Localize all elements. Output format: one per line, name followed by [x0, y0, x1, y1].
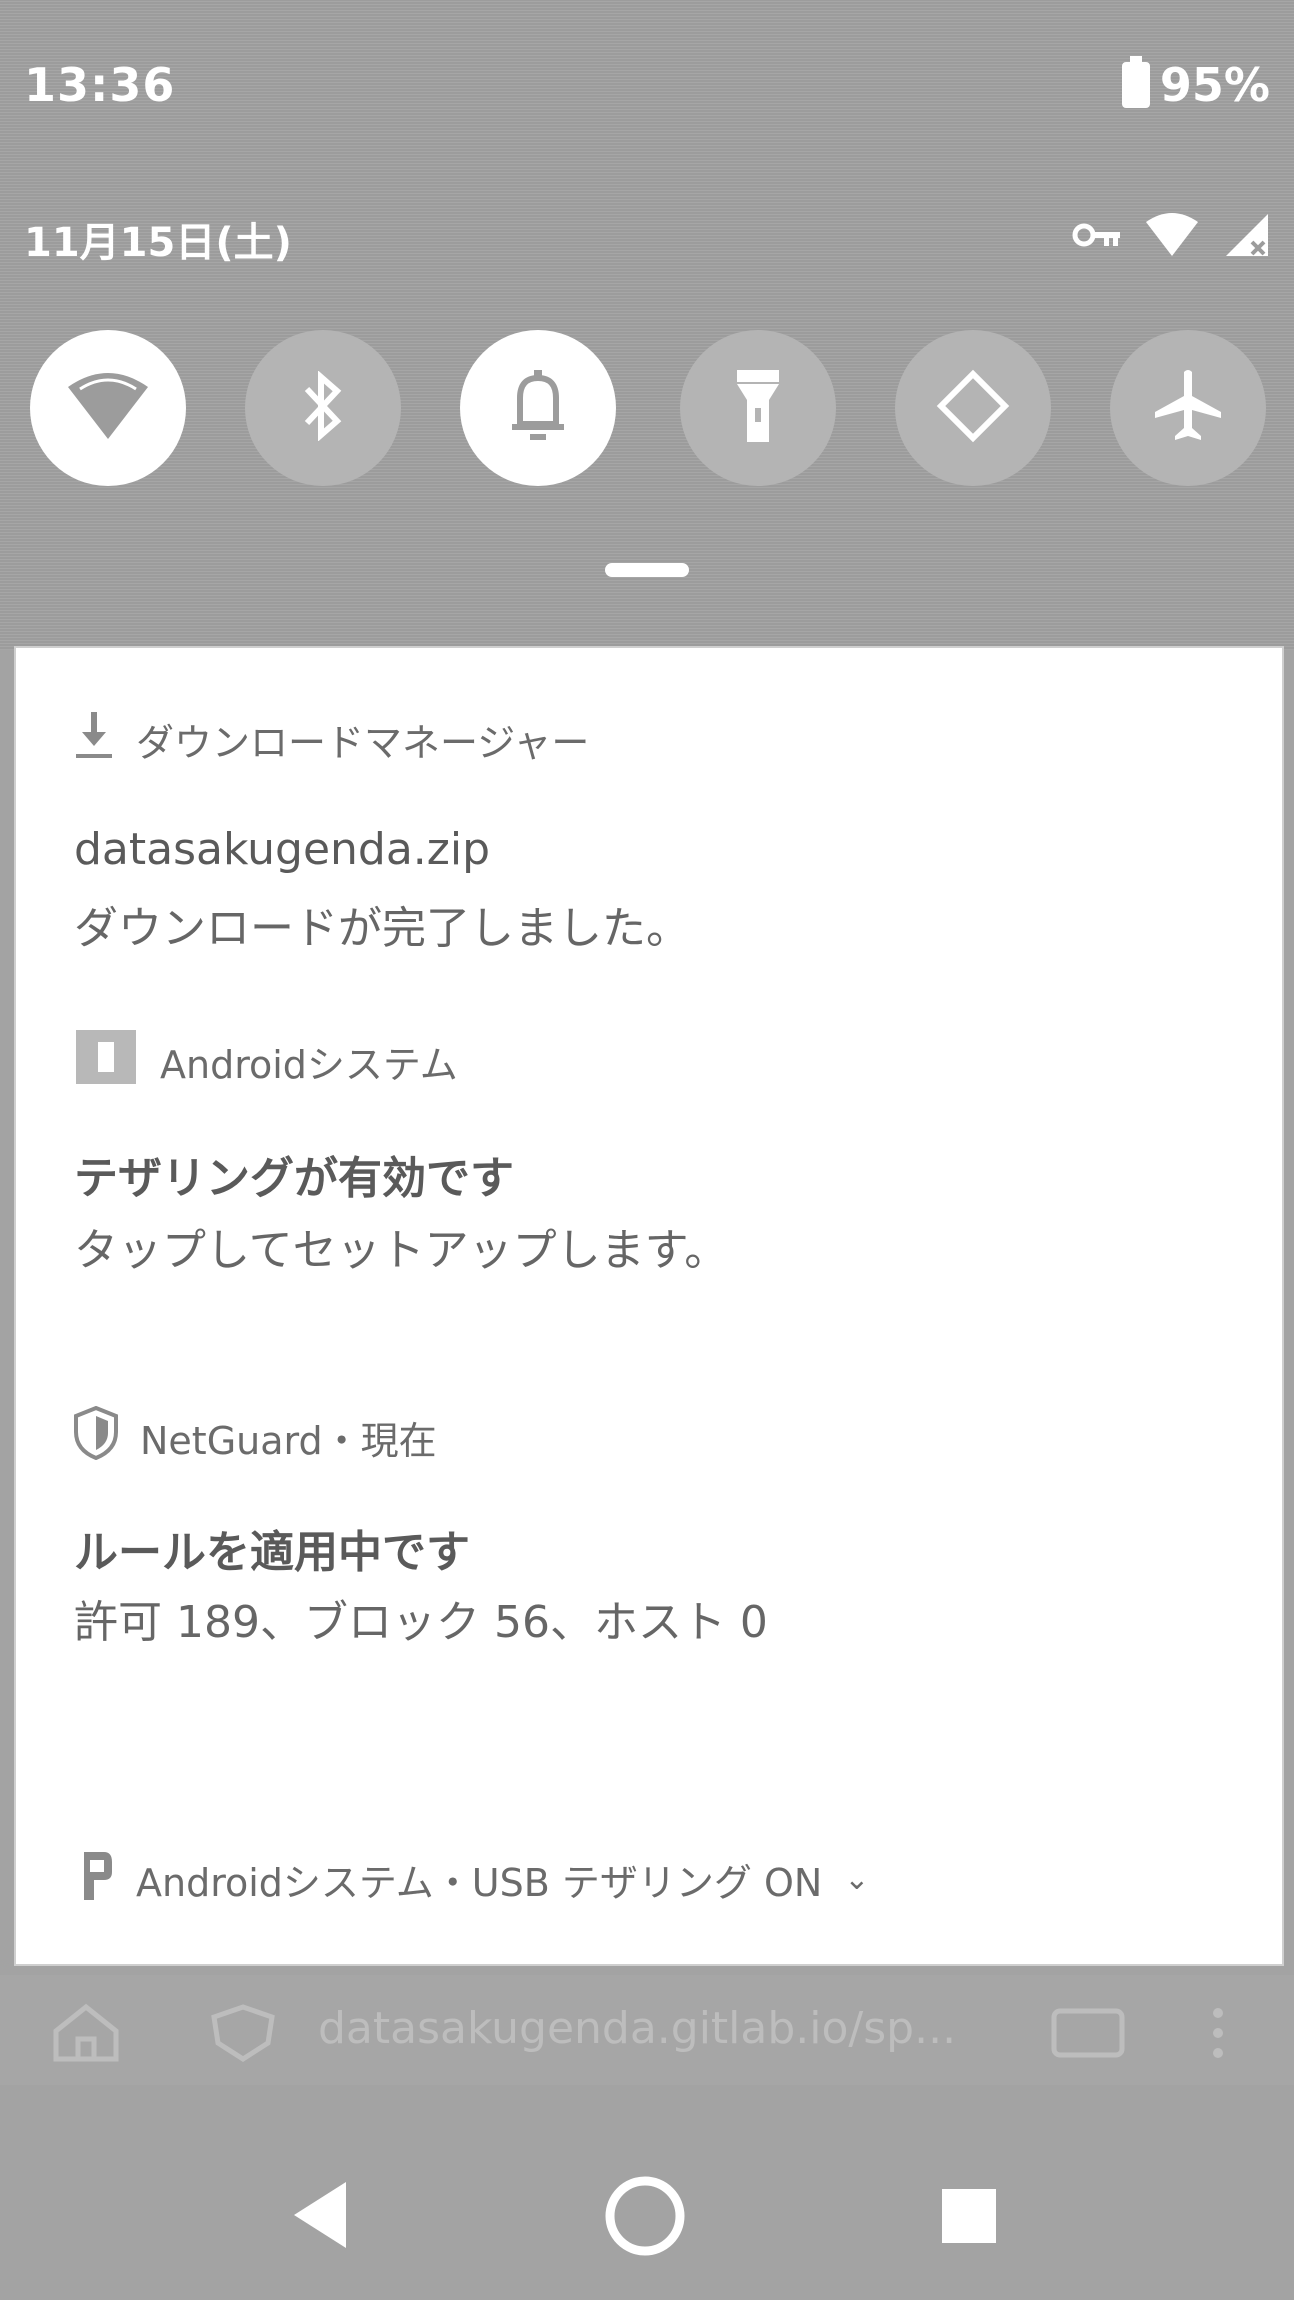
home-icon[interactable]	[46, 2003, 126, 2067]
notification-title: datasakugenda.zip	[74, 824, 491, 875]
notification-app-name: NetGuard・現在	[140, 1419, 437, 1463]
date-label: 11月15日(土)	[24, 220, 292, 266]
bell-icon	[506, 368, 570, 448]
url-bar[interactable]: datasakugenda.gitlab.io/sp...	[318, 2003, 956, 2054]
notification-app-name: Androidシステム・USB テザリング ON	[136, 1861, 823, 1905]
battery-charging-icon	[1121, 56, 1150, 108]
bluetooth-toggle[interactable]	[245, 330, 401, 486]
wifi-toggle[interactable]	[30, 330, 186, 486]
tabs-icon[interactable]	[1050, 2003, 1126, 2067]
battery-status: 95%	[1121, 56, 1270, 112]
flashlight-toggle[interactable]	[680, 330, 836, 486]
notification-panel: ダウンロードマネージャー datasakugenda.zip ダウンロードが完了…	[14, 646, 1284, 1966]
site-info-icon[interactable]	[210, 2003, 276, 2067]
sound-toggle[interactable]	[460, 330, 616, 486]
android-system-icon	[74, 1028, 138, 1095]
airplane-icon	[1153, 368, 1223, 448]
clock: 13:36	[24, 58, 176, 112]
home-button-icon[interactable]	[604, 2175, 686, 2261]
more-menu-icon[interactable]	[1210, 2003, 1226, 2067]
notification-text: 許可 189、ブロック 56、ホスト 0	[74, 1597, 768, 1648]
wifi-signal-icon	[1144, 212, 1200, 262]
back-icon[interactable]	[292, 2180, 348, 2254]
auto-rotate-toggle[interactable]	[895, 330, 1051, 486]
notification-title: テザリングが有効です	[74, 1153, 514, 1204]
vpn-key-icon	[1072, 220, 1122, 254]
notification-text: タップしてセットアップします。	[74, 1225, 729, 1276]
bluetooth-icon	[303, 370, 343, 445]
airplane-mode-toggle[interactable]	[1110, 330, 1266, 486]
cellular-no-signal-icon	[1222, 212, 1272, 262]
usb-icon	[74, 1848, 114, 1911]
quick-settings-row	[0, 330, 1294, 490]
notification-text: ダウンロードが完了しました。	[74, 903, 690, 954]
battery-percent: 95%	[1159, 58, 1270, 112]
browser-toolbar: datasakugenda.gitlab.io/sp...	[0, 1975, 1294, 2085]
navigation-bar	[0, 2140, 1294, 2300]
wifi-icon	[66, 371, 150, 445]
notification-header: ダウンロードマネージャー	[74, 710, 589, 769]
notification-title: ルールを適用中です	[74, 1527, 470, 1578]
recents-icon[interactable]	[940, 2187, 998, 2249]
flashlight-icon	[733, 368, 783, 448]
chevron-down-icon[interactable]: ⌄	[844, 1862, 869, 1897]
rotate-icon	[935, 368, 1011, 448]
notification-app-name: ダウンロードマネージャー	[136, 721, 590, 765]
download-icon	[74, 710, 114, 769]
notification-header: NetGuard・現在	[74, 1405, 437, 1469]
notification-header: Androidシステム	[74, 1028, 458, 1095]
shade-drag-handle[interactable]	[605, 563, 689, 577]
status-bar: 13:36 95%	[0, 0, 1294, 180]
system-status-icons	[1072, 212, 1272, 262]
notification-app-name: Androidシステム	[160, 1043, 458, 1087]
shield-icon	[74, 1405, 118, 1469]
notification-header: Androidシステム・USB テザリング ON ⌄	[74, 1848, 869, 1911]
